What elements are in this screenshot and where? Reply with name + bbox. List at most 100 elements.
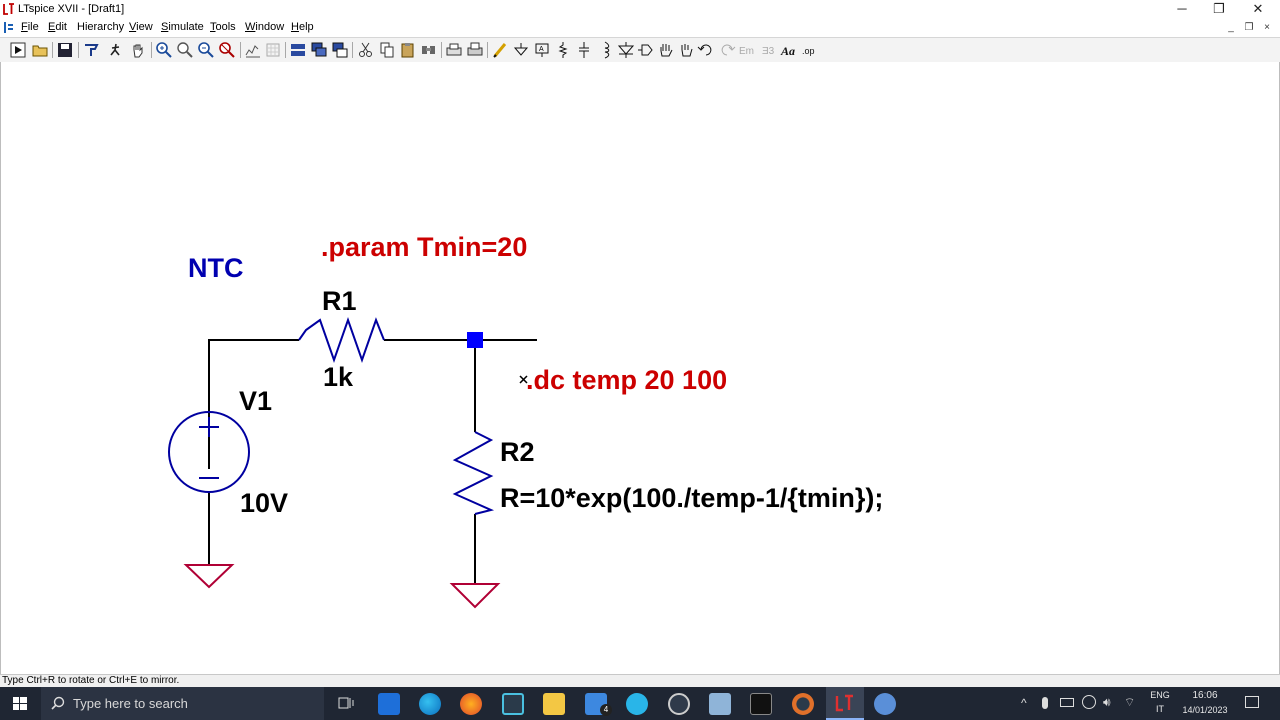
ltspice-taskbar-button[interactable]	[826, 687, 864, 720]
mdi-minimize-button[interactable]: _	[1224, 21, 1238, 34]
v1-value-label[interactable]: 10V	[240, 488, 288, 519]
redo-icon[interactable]	[718, 41, 736, 59]
mdi-schematic-icon[interactable]	[3, 21, 15, 34]
autorange-icon[interactable]	[244, 41, 262, 59]
text-icon[interactable]: Aa	[780, 41, 798, 59]
svg-text:.op: .op	[802, 46, 815, 56]
minimize-button[interactable]: ─	[1162, 0, 1202, 18]
spice-directive-icon[interactable]: .op	[801, 41, 819, 59]
menu-hierarchy[interactable]: Hierarchy	[77, 21, 124, 33]
r1-name-label[interactable]: R1	[322, 286, 357, 317]
save-icon[interactable]	[56, 41, 74, 59]
tile-vertical-icon[interactable]	[331, 41, 349, 59]
wires	[208, 339, 537, 584]
wire-pencil-icon[interactable]	[491, 41, 509, 59]
firefox-icon[interactable]	[460, 693, 482, 715]
param-directive[interactable]: .param Tmin=20	[321, 232, 527, 263]
run-icon[interactable]	[9, 41, 27, 59]
file-explorer-icon[interactable]	[543, 693, 565, 715]
window-title: LTspice XVII - [Draft1]	[18, 3, 125, 15]
ground-left-symbol[interactable]	[183, 564, 235, 589]
label-net-icon[interactable]: A	[533, 41, 551, 59]
find-icon[interactable]	[420, 41, 438, 59]
chevron-up-icon[interactable]: ^	[1021, 696, 1027, 710]
mdi-restore-button[interactable]: ❐	[1242, 21, 1256, 34]
component-icon[interactable]	[637, 41, 655, 59]
resistor-r1-symbol[interactable]	[298, 316, 385, 364]
menu-edit[interactable]: Edit	[48, 21, 67, 33]
menu-file[interactable]: File	[21, 21, 39, 33]
toolbar: A Em Ǝ3 Aa .op	[0, 37, 1280, 63]
language-code[interactable]: ENG	[1150, 690, 1170, 700]
paste-icon[interactable]	[399, 41, 417, 59]
terminal-icon[interactable]	[750, 693, 772, 715]
menu-simulate[interactable]: Simulate	[161, 21, 204, 33]
pinned-app-icon[interactable]	[874, 693, 896, 715]
mdi-close-button[interactable]: ×	[1260, 21, 1274, 34]
capacitor-icon[interactable]	[575, 41, 593, 59]
v1-name-label[interactable]: V1	[239, 386, 272, 417]
r1-value-label[interactable]: 1k	[323, 362, 353, 393]
resistor-icon[interactable]	[554, 41, 572, 59]
tile-horizontal-icon[interactable]	[289, 41, 307, 59]
dc-directive[interactable]: .dc temp 20 100	[526, 365, 727, 396]
search-icon	[51, 696, 65, 710]
move-hand-icon[interactable]	[657, 41, 675, 59]
settings-app-icon[interactable]	[792, 693, 814, 715]
edge-icon[interactable]	[419, 693, 441, 715]
hand-pan-icon[interactable]	[129, 41, 147, 59]
run-man-icon[interactable]	[107, 41, 125, 59]
open-folder-icon[interactable]	[31, 41, 49, 59]
r2-name-label[interactable]: R2	[500, 437, 535, 468]
zoom-in-icon[interactable]	[155, 41, 173, 59]
whiteboard-icon[interactable]	[626, 693, 648, 715]
windows-start-icon[interactable]	[0, 687, 40, 720]
menu-help[interactable]: Help	[291, 21, 314, 33]
notifications-icon[interactable]	[1245, 696, 1259, 708]
ground-right-symbol[interactable]	[449, 583, 501, 609]
print-preview-icon[interactable]	[466, 41, 484, 59]
undo-icon[interactable]	[697, 41, 715, 59]
r2-value-label[interactable]: R=10*exp(100./temp-1/{tmin});	[500, 483, 883, 514]
svg-text:Aa: Aa	[780, 44, 795, 58]
task-view-icon[interactable]	[337, 695, 355, 711]
diode-icon[interactable]	[617, 41, 635, 59]
dropbox-icon[interactable]	[378, 693, 400, 715]
restore-button[interactable]: ❐	[1199, 0, 1239, 18]
grid-toggle-icon[interactable]	[264, 41, 282, 59]
clock-time[interactable]: 16:06	[1180, 690, 1230, 701]
network-icon[interactable]: ⌔	[1124, 695, 1135, 710]
resistor-r2-symbol[interactable]	[452, 431, 495, 515]
notepad-icon[interactable]	[709, 693, 731, 715]
menu-view[interactable]: View	[129, 21, 153, 33]
taskbar-search[interactable]: Type here to search	[41, 687, 324, 720]
net-label-ntc[interactable]: NTC	[188, 253, 244, 284]
close-button[interactable]: ✕	[1238, 0, 1278, 18]
app-icon[interactable]	[502, 693, 524, 715]
print-icon[interactable]	[445, 41, 463, 59]
volume-icon[interactable]: 🔊︎	[1103, 695, 1111, 710]
battery-icon[interactable]	[1060, 698, 1074, 707]
obs-icon[interactable]	[668, 693, 690, 715]
keyboard-layout[interactable]: IT	[1150, 704, 1170, 714]
drag-hand-icon[interactable]	[677, 41, 695, 59]
cascade-icon[interactable]	[310, 41, 328, 59]
clock-date[interactable]: 14/01/2023	[1178, 705, 1232, 715]
control-panel-icon[interactable]	[82, 41, 100, 59]
menu-window[interactable]: Window	[245, 21, 284, 33]
mirror-icon[interactable]: Ǝ3	[760, 41, 778, 59]
ground-icon[interactable]	[512, 41, 530, 59]
onedrive-icon[interactable]	[1082, 695, 1096, 709]
copy-icon[interactable]	[378, 41, 396, 59]
inductor-icon[interactable]	[596, 41, 614, 59]
taskbar: Type here to search 4 ^ 🔊︎ ⌔ ENG IT 16:0…	[0, 687, 1280, 720]
zoom-fit-icon[interactable]	[218, 41, 236, 59]
junction-node[interactable]	[467, 332, 483, 348]
cut-icon[interactable]	[357, 41, 375, 59]
rotate-icon[interactable]: Em	[738, 41, 756, 59]
zoom-out-icon[interactable]	[197, 41, 215, 59]
pan-zoom-icon[interactable]	[176, 41, 194, 59]
microphone-icon[interactable]	[1042, 697, 1048, 709]
schematic-canvas[interactable]: NTC .param Tmin=20 R1 1k .dc temp 20 100…	[0, 62, 1280, 674]
menu-tools[interactable]: Tools	[210, 21, 236, 33]
